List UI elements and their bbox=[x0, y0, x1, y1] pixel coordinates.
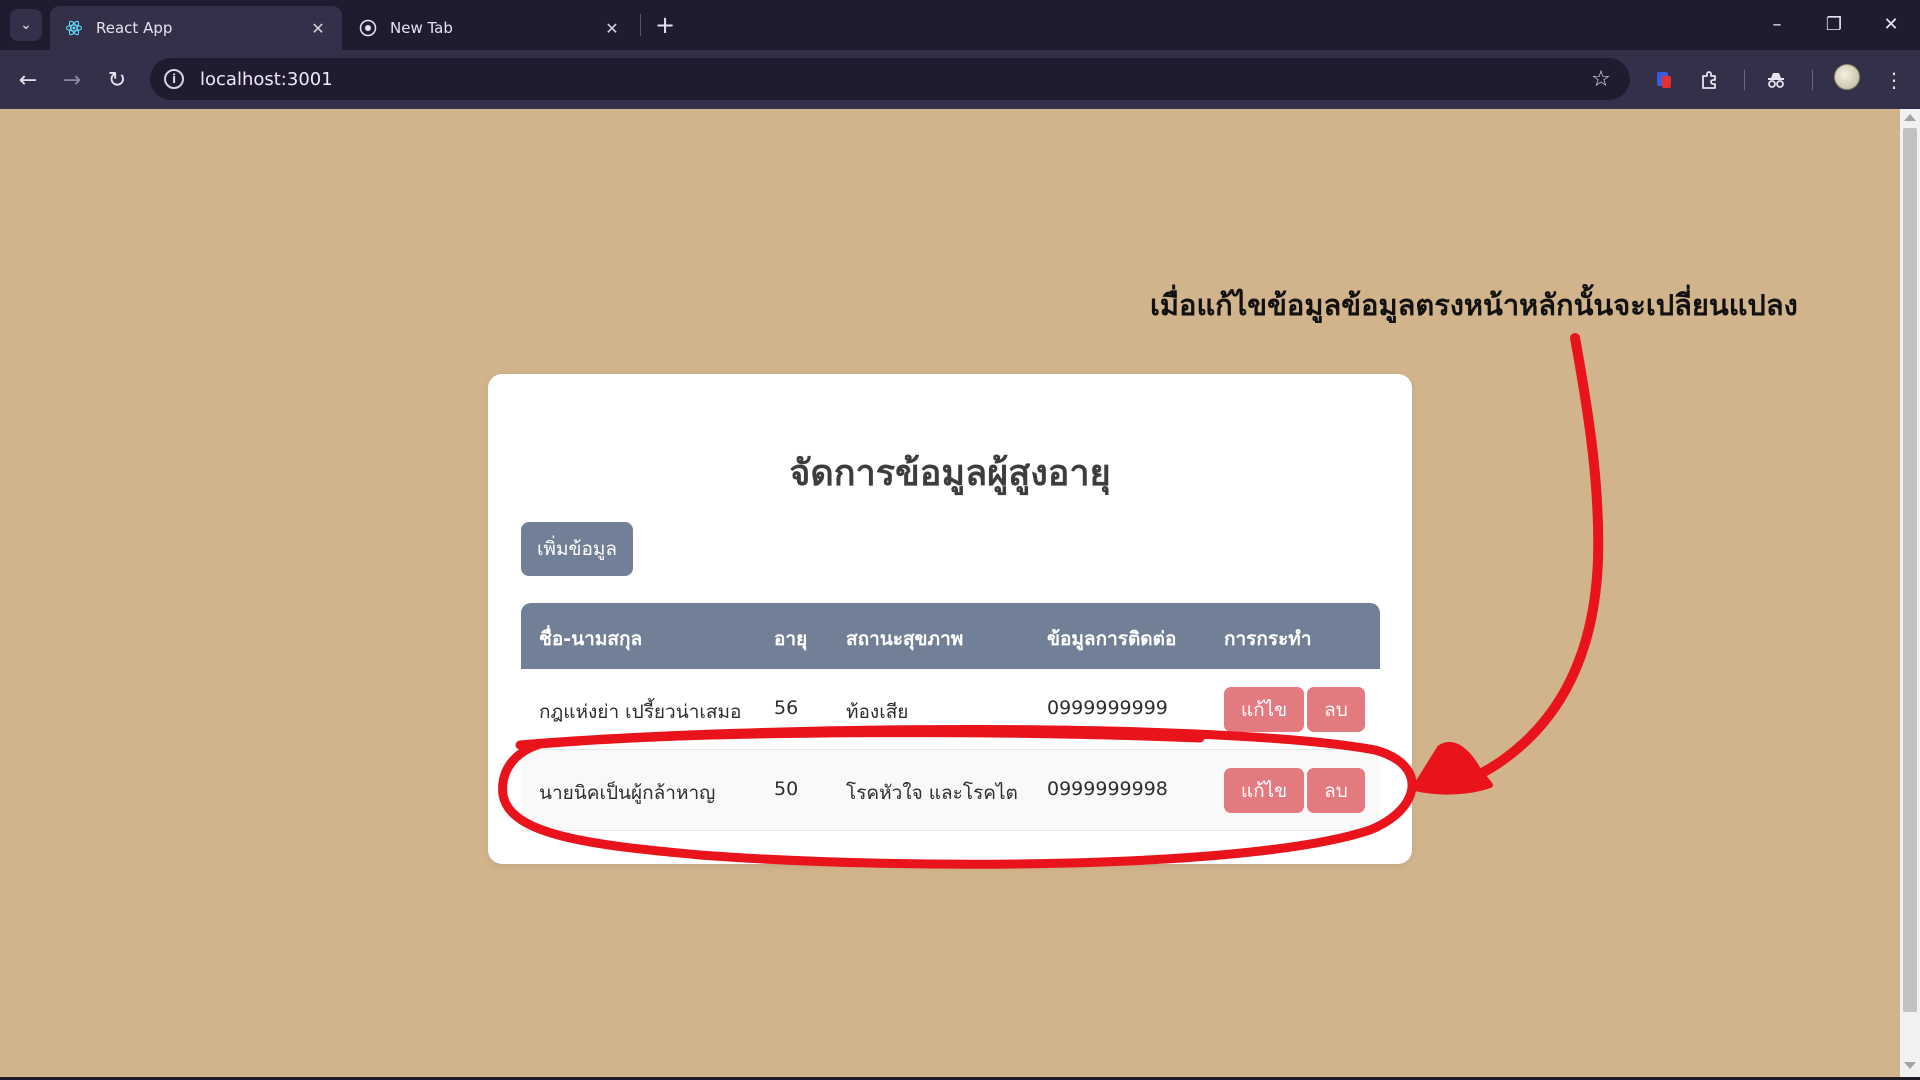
tab-react-app[interactable]: React App ✕ bbox=[50, 6, 342, 50]
page-title: จัดการข้อมูลผู้สูงอายุ bbox=[789, 452, 1111, 494]
header-age: อายุ bbox=[774, 628, 808, 650]
tab-search-icon[interactable]: ⌄ bbox=[10, 9, 42, 41]
toolbar-divider bbox=[1744, 70, 1745, 90]
header-health: สถานะสุขภาพ bbox=[846, 628, 964, 650]
chrome-icon bbox=[358, 18, 378, 38]
edit-button[interactable]: แก้ไข bbox=[1224, 687, 1304, 732]
translate-extension-icon[interactable] bbox=[1648, 64, 1680, 96]
minimize-icon[interactable]: – bbox=[1752, 4, 1802, 44]
table-header: ชื่อ-นามสกุล อายุ สถานะสุขภาพ ข้อมูลการต… bbox=[521, 603, 1380, 669]
cell-health: ท้องเสีย bbox=[846, 701, 909, 723]
restore-icon[interactable]: ❐ bbox=[1809, 4, 1859, 44]
incognito-icon[interactable] bbox=[1760, 64, 1792, 96]
delete-button[interactable]: ลบ bbox=[1307, 687, 1365, 732]
address-bar[interactable]: i localhost:3001 ☆ bbox=[150, 58, 1630, 100]
cell-name: นายนิคเป็นผู้กล้าหาญ bbox=[539, 782, 716, 804]
close-window-icon[interactable]: ✕ bbox=[1866, 4, 1916, 44]
add-data-button[interactable]: เพิ่มข้อมูล bbox=[521, 522, 633, 576]
annotation-text: เมื่อแก้ไขข้อมูลข้อมูลตรงหน้าหลักนั้นจะเ… bbox=[1150, 288, 1798, 322]
back-icon[interactable]: ← bbox=[12, 64, 44, 96]
scrollbar-thumb[interactable] bbox=[1903, 128, 1917, 1012]
menu-icon[interactable]: ⋮ bbox=[1878, 64, 1910, 96]
react-icon bbox=[64, 18, 84, 38]
site-info-icon[interactable]: i bbox=[164, 69, 184, 89]
browser-titlebar: ⌄ React App ✕ New Tab ✕ + – ❐ ✕ bbox=[0, 0, 1920, 50]
close-icon[interactable]: ✕ bbox=[602, 18, 622, 38]
cell-contact: 0999999999 bbox=[1047, 697, 1168, 719]
cell-age: 56 bbox=[774, 697, 799, 719]
cell-contact: 0999999998 bbox=[1047, 778, 1168, 800]
header-actions: การกระทำ bbox=[1224, 628, 1312, 650]
url-text[interactable]: localhost:3001 bbox=[200, 69, 1586, 90]
header-name: ชื่อ-นามสกุล bbox=[539, 628, 643, 650]
tab-new-tab[interactable]: New Tab ✕ bbox=[344, 6, 636, 50]
edit-button[interactable]: แก้ไข bbox=[1224, 768, 1304, 813]
new-tab-icon[interactable]: + bbox=[650, 10, 680, 40]
tab-title: New Tab bbox=[390, 19, 453, 37]
elderly-table: ชื่อ-นามสกุล อายุ สถานะสุขภาพ ข้อมูลการต… bbox=[521, 603, 1380, 831]
scroll-up-arrow-icon[interactable] bbox=[1904, 114, 1916, 121]
browser-toolbar: ← → ↻ i localhost:3001 ☆ ⋮ bbox=[0, 50, 1920, 109]
reload-icon[interactable]: ↻ bbox=[101, 64, 133, 96]
header-contact: ข้อมูลการติดต่อ bbox=[1047, 628, 1177, 650]
star-icon[interactable]: ☆ bbox=[1586, 67, 1616, 92]
cell-name: กฎแห่งย่า เปรี้ยวน่าเสมอ bbox=[539, 701, 742, 723]
extensions-icon[interactable] bbox=[1694, 64, 1726, 96]
elderly-data-card: จัดการข้อมูลผู้สูงอายุ เพิ่มข้อมูล ชื่อ-… bbox=[488, 374, 1412, 864]
tab-title: React App bbox=[96, 19, 173, 37]
avatar[interactable] bbox=[1834, 64, 1860, 90]
delete-button[interactable]: ลบ bbox=[1307, 768, 1365, 813]
scroll-down-arrow-icon[interactable] bbox=[1904, 1062, 1916, 1069]
toolbar-divider bbox=[1812, 70, 1813, 90]
forward-icon[interactable]: → bbox=[56, 64, 88, 96]
table-row: นายนิคเป็นผู้กล้าหาญ 50 โรคหัวใจ และโรคไ… bbox=[521, 750, 1380, 831]
table-row: กฎแห่งย่า เปรี้ยวน่าเสมอ 56 ท้องเสีย 099… bbox=[521, 669, 1380, 750]
tab-divider bbox=[640, 14, 641, 36]
close-icon[interactable]: ✕ bbox=[308, 18, 328, 38]
cell-age: 50 bbox=[774, 778, 799, 800]
cell-health: โรคหัวใจ และโรคไต bbox=[846, 782, 1018, 804]
